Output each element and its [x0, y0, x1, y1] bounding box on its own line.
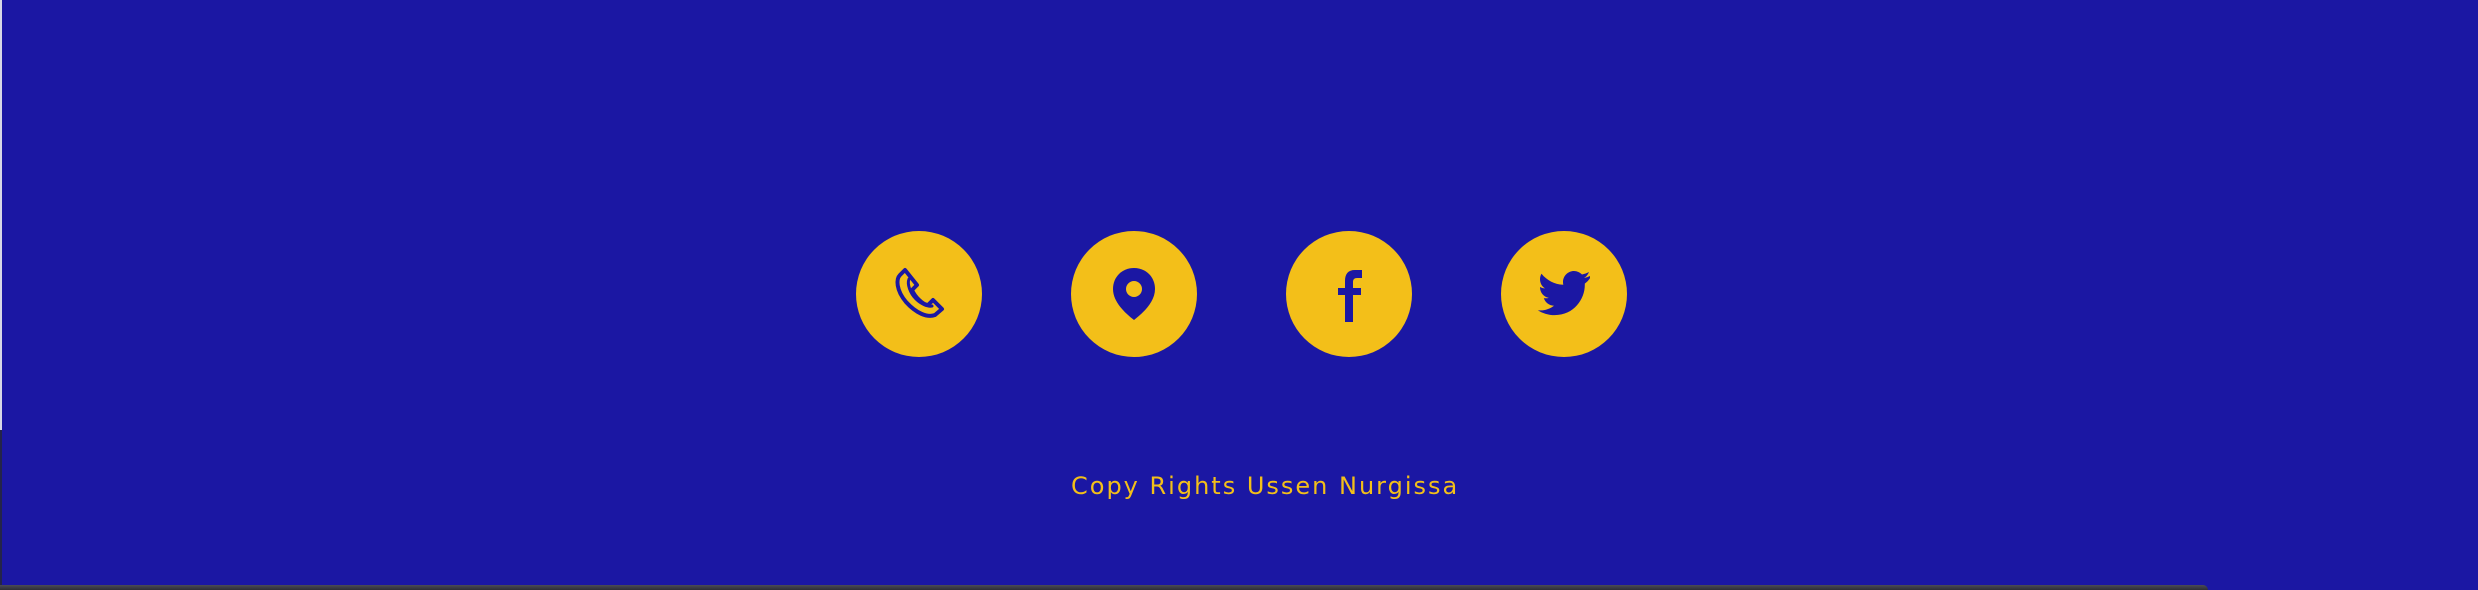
- copyright-text: Copy Rights Ussen Nurgissa: [1071, 472, 1460, 500]
- phone-button[interactable]: [856, 231, 982, 357]
- left-window-edge-shadow: [0, 430, 2, 590]
- facebook-icon: [1338, 270, 1362, 322]
- facebook-button[interactable]: [1286, 231, 1412, 357]
- twitter-button[interactable]: [1501, 231, 1627, 357]
- footer: Copy Rights Ussen Nurgissa: [0, 0, 2478, 590]
- location-button[interactable]: [1071, 231, 1197, 357]
- bottom-shadow-bar: [0, 585, 2208, 590]
- twitter-icon: [1537, 271, 1590, 316]
- social-icons-row: [856, 231, 1628, 359]
- location-pin-icon: [1113, 268, 1155, 320]
- left-window-edge: [0, 0, 2, 430]
- phone-icon: [895, 268, 944, 318]
